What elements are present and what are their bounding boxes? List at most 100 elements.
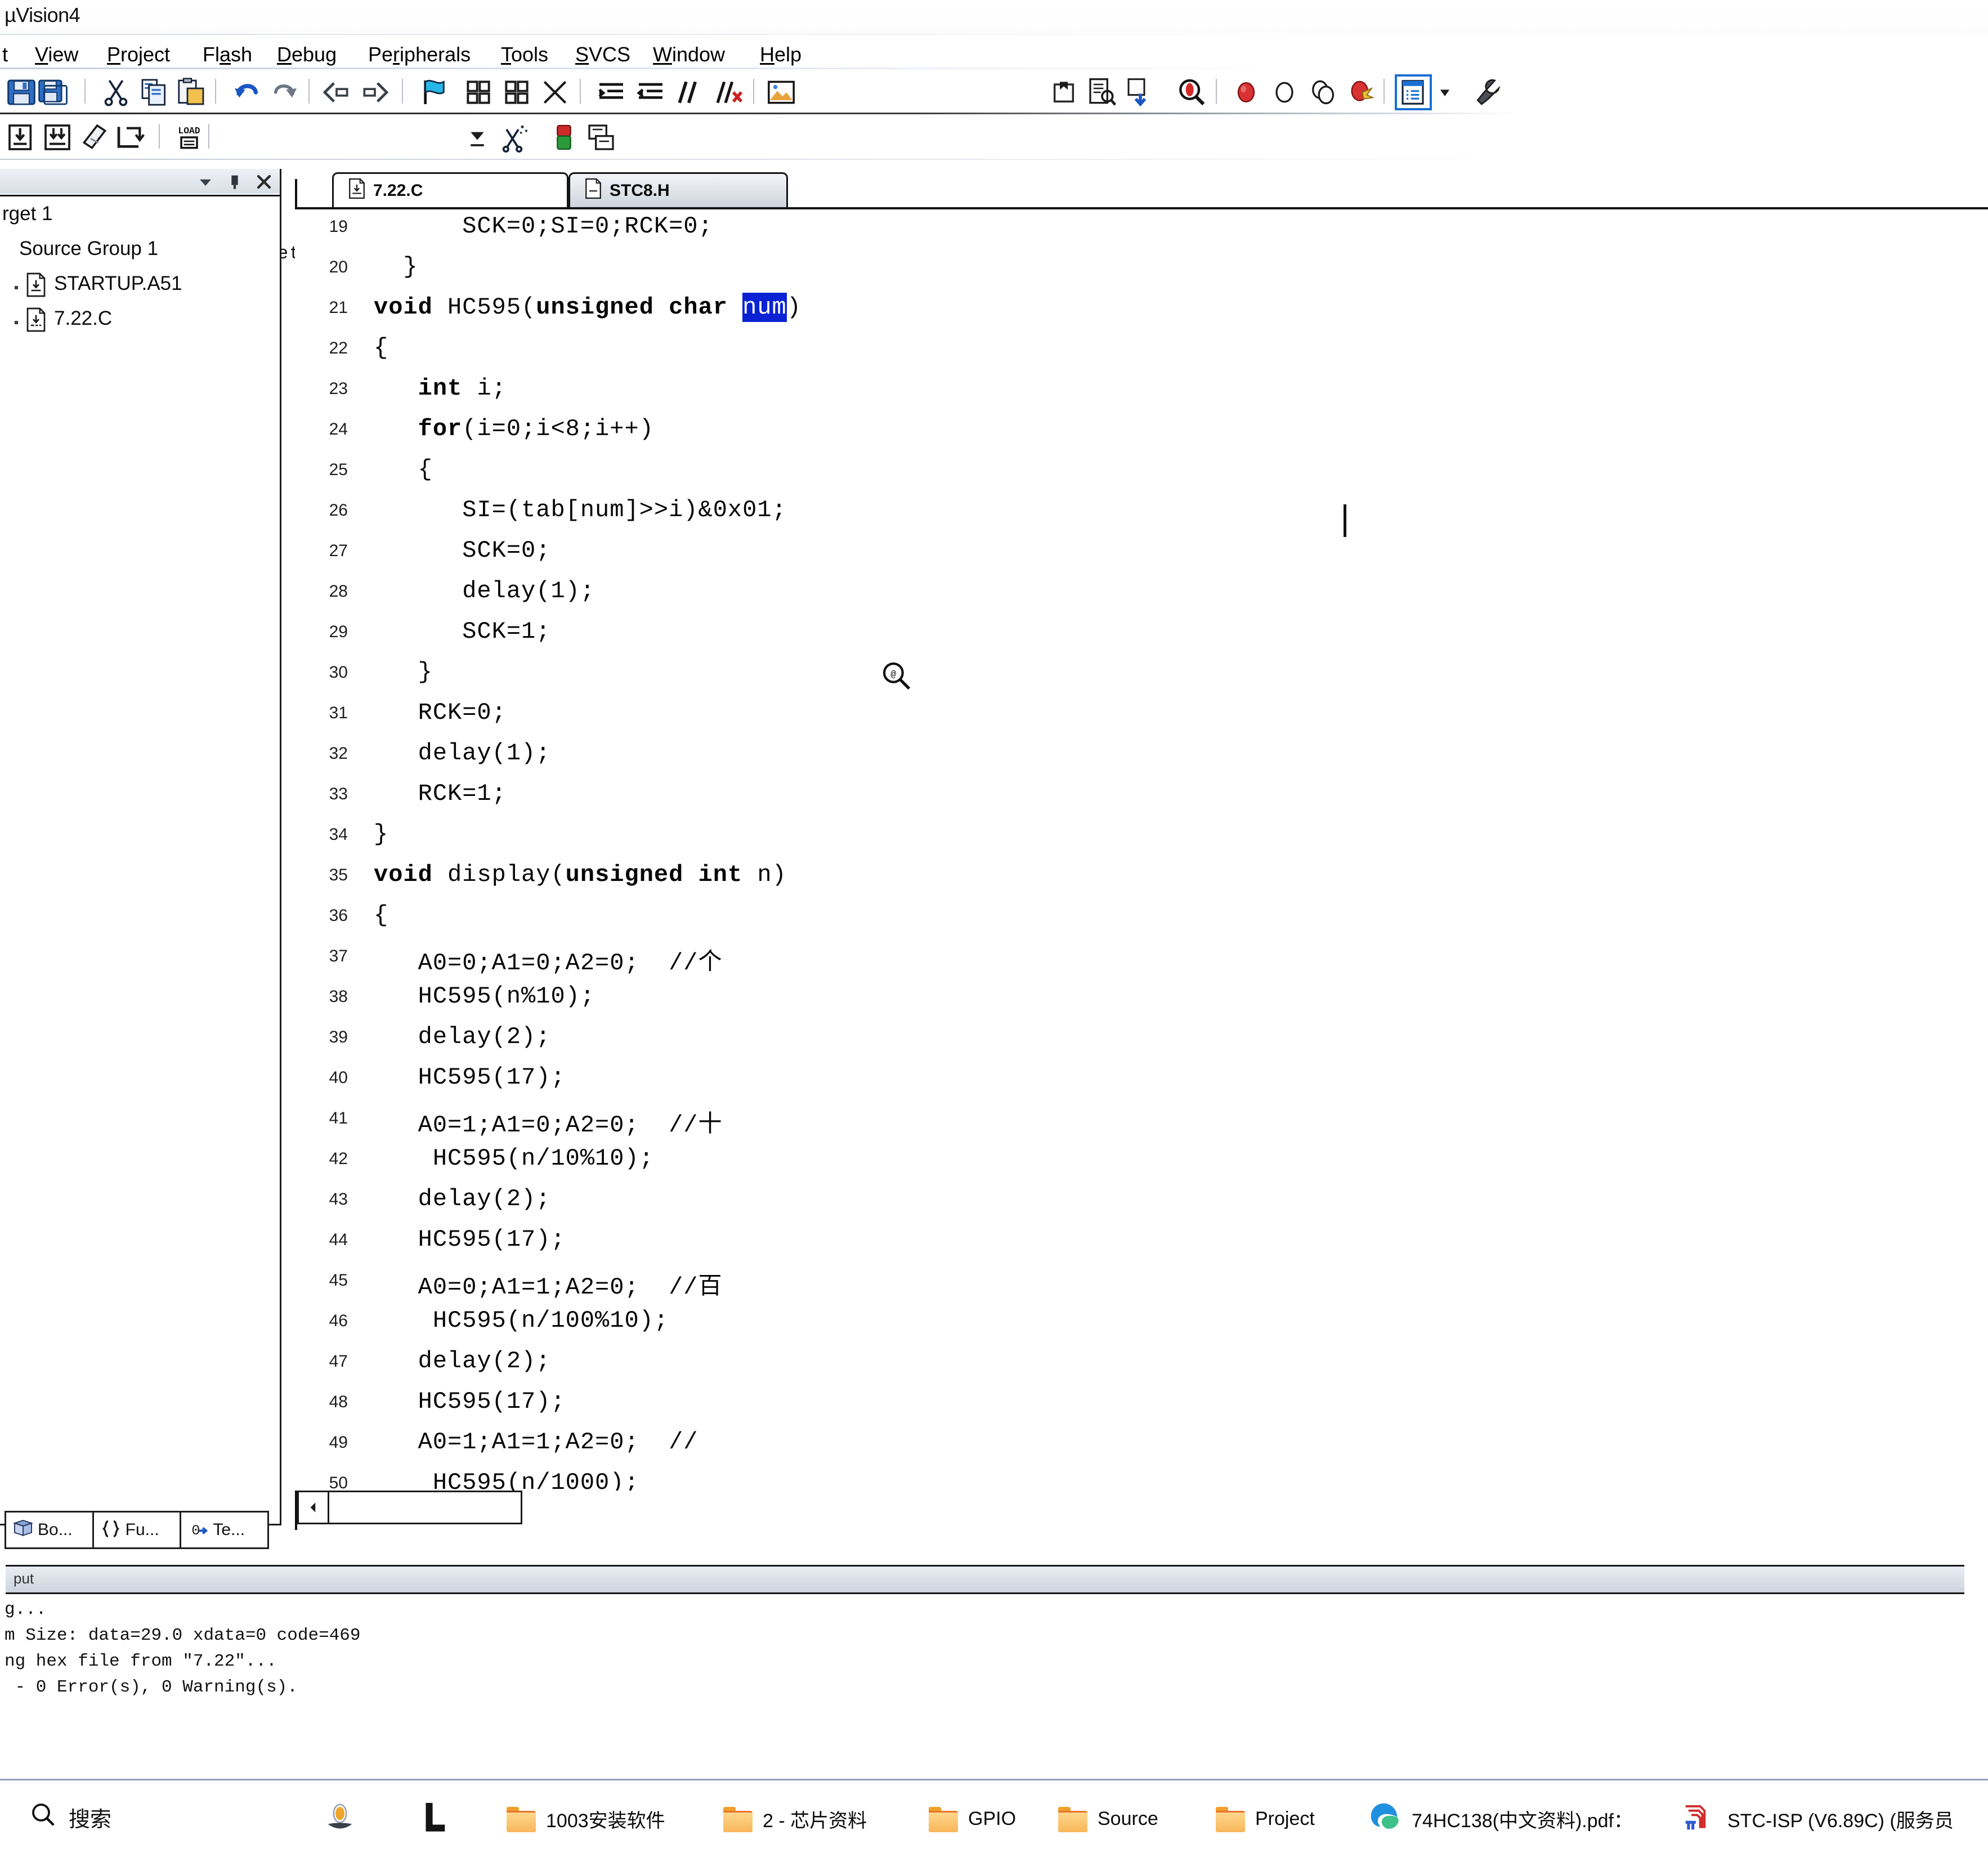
code-line[interactable]: 37 A0=0;A1=0;A2=0; //个	[295, 939, 1988, 979]
editor-tab-stc8h[interactable]: STC8.H	[568, 172, 788, 207]
code-line[interactable]: 23 int i;	[295, 372, 1988, 412]
taskbar-item-source[interactable]: Source	[1058, 1796, 1158, 1841]
toolbox-dropdown-icon[interactable]	[1435, 77, 1454, 108]
manage-components-icon[interactable]	[548, 122, 580, 153]
configure-icon[interactable]	[1472, 77, 1504, 108]
menu-item-svcs[interactable]: SVCS	[575, 43, 630, 66]
menu-item-view[interactable]: View	[35, 43, 78, 66]
taskbar-item-stc-isp[interactable]: STC-ISP (V6.89C) (服务员	[1680, 1796, 1954, 1841]
code-line[interactable]: 27 SCK=0;	[295, 534, 1988, 574]
code-line[interactable]: 39 delay(2);	[295, 1020, 1988, 1060]
bookmark-clear-icon[interactable]	[539, 77, 571, 108]
code-line[interactable]: 32 delay(1);	[295, 736, 1988, 777]
menu-item-tools[interactable]: Tools	[501, 43, 548, 66]
bookmark-next-icon[interactable]	[501, 77, 532, 108]
code-line[interactable]: 26 SI=(tab[num]>>i)&0x01;	[295, 493, 1988, 534]
code-line[interactable]: 33 RCK=1;	[295, 777, 1988, 817]
build-icon[interactable]	[6, 122, 37, 153]
find-in-files-icon[interactable]	[1086, 77, 1118, 108]
taskbar-item-project[interactable]: Project	[1216, 1796, 1315, 1841]
outdent-icon[interactable]	[635, 77, 666, 108]
taskbar-item-weather[interactable]	[321, 1796, 359, 1841]
menu-item-debug[interactable]: Debug	[277, 43, 337, 66]
bookmark-toggle-icon[interactable]	[419, 77, 450, 108]
cut-icon[interactable]	[100, 77, 132, 108]
code-line[interactable]: 19 SCK=0;SI=0;RCK=0;	[295, 209, 1988, 250]
code-line[interactable]: 38 HC595(n%10);	[295, 979, 1988, 1020]
insert-bookmark-icon[interactable]	[1048, 77, 1080, 108]
tab-books[interactable]: Bo...	[6, 1513, 94, 1547]
incremental-find-icon[interactable]	[1125, 77, 1156, 108]
bookmark-prev-icon[interactable]	[463, 77, 494, 108]
editor-horizontal-scrollbar[interactable]	[297, 1491, 522, 1524]
code-line[interactable]: 30 }	[295, 655, 1988, 696]
code-line[interactable]: 41 A0=1;A1=0;A2=0; //十	[295, 1101, 1988, 1142]
breakpoint-disable-all-icon[interactable]	[1307, 77, 1338, 108]
code-line[interactable]: 43 delay(2);	[295, 1182, 1988, 1223]
taskbar-item-1003[interactable]: 1003安装软件	[507, 1796, 665, 1841]
indent-icon[interactable]	[595, 77, 627, 108]
code-line[interactable]: 48 HC595(17);	[295, 1385, 1988, 1425]
code-line[interactable]: 50 HC595(n/1000);	[295, 1466, 1988, 1491]
chevron-down-icon[interactable]	[196, 172, 215, 191]
code-line[interactable]: 45 A0=0;A1=1;A2=0; //百	[295, 1263, 1988, 1304]
breakpoint-insert-icon[interactable]	[1230, 77, 1262, 108]
tree-item-target[interactable]: rget 1	[0, 198, 280, 233]
scroll-left-arrow-icon[interactable]	[299, 1492, 329, 1523]
rebuild-all-icon[interactable]	[42, 122, 73, 153]
code-line[interactable]: 46 HC595(n/100%10);	[295, 1304, 1988, 1344]
paste-icon[interactable]	[176, 77, 207, 108]
menu-item-edit[interactable]: t	[2, 43, 8, 66]
navigate-back-icon[interactable]	[321, 77, 352, 108]
taskbar-search[interactable]: 搜索	[29, 1801, 111, 1833]
code-line[interactable]: 40 HC595(17);	[295, 1060, 1988, 1101]
editor-tab-722c[interactable]: 7.22.C	[332, 172, 568, 207]
find-icon[interactable]	[1175, 77, 1207, 108]
code-line[interactable]: 31 RCK=0;	[295, 696, 1988, 736]
code-line[interactable]: 22 {	[295, 331, 1988, 372]
code-editor[interactable]: 19 SCK=0;SI=0;RCK=0; 20 } 21 void HC595(uns…	[295, 207, 1988, 1491]
code-line[interactable]: 49 A0=1;A1=1;A2=0; //	[295, 1425, 1988, 1466]
tree-item-startup-a51[interactable]: STARTUP.A51	[0, 268, 280, 303]
undo-icon[interactable]	[231, 77, 262, 108]
code-line[interactable]: 25 {	[295, 453, 1988, 493]
taskbar-item-gpio[interactable]: GPIO	[929, 1796, 1016, 1841]
code-line[interactable]: 44 HC595(17);	[295, 1223, 1988, 1263]
code-line[interactable]: 36 {	[295, 898, 1988, 939]
code-line[interactable]: 42 HC595(n/10%10);	[295, 1142, 1988, 1182]
code-line[interactable]: 20 }	[295, 250, 1988, 290]
taskbar-item-chip-docs[interactable]: 2 - 芯片资料	[723, 1796, 867, 1841]
code-line[interactable]: 29 SCK=1;	[295, 615, 1988, 655]
tree-item-722c[interactable]: 7.22.C	[0, 303, 280, 338]
tree-item-source-group[interactable]: Source Group 1	[0, 233, 280, 268]
taskbar-item-l-app[interactable]	[418, 1796, 450, 1841]
menu-item-help[interactable]: Help	[760, 43, 802, 66]
menu-item-window[interactable]: Window	[653, 43, 725, 66]
project-window-icon[interactable]	[1395, 74, 1432, 110]
download-load-icon[interactable]: LOAD	[173, 122, 205, 153]
uncomment-icon[interactable]	[714, 77, 745, 108]
batch-build-icon[interactable]	[79, 122, 110, 153]
code-line[interactable]: 21 void HC595(unsigned char num)	[295, 290, 1988, 331]
code-line[interactable]: 35 void display(unsigned int n)	[295, 858, 1988, 898]
tab-functions[interactable]: Fu...	[94, 1513, 182, 1547]
comment-icon[interactable]	[674, 77, 706, 108]
menu-item-flash[interactable]: Flash	[203, 43, 252, 66]
stop-build-icon[interactable]	[115, 122, 146, 153]
redo-icon[interactable]	[269, 77, 301, 108]
navigate-forward-icon[interactable]	[359, 77, 391, 108]
image-view-icon[interactable]	[765, 77, 797, 108]
target-dropdown-icon[interactable]	[462, 122, 493, 153]
code-line[interactable]: 24 for(i=0;i<8;i++)	[295, 412, 1988, 453]
close-icon[interactable]	[254, 172, 274, 191]
save-icon[interactable]	[6, 77, 37, 108]
taskbar-item-edge-pdf[interactable]: 74HC138(中文资料).pdf：	[1367, 1796, 1633, 1841]
copy-icon[interactable]	[138, 77, 170, 108]
menu-item-project[interactable]: Project	[107, 43, 170, 66]
target-options-icon[interactable]	[499, 122, 530, 153]
save-all-icon[interactable]	[37, 77, 69, 108]
code-line[interactable]: 47 delay(2);	[295, 1344, 1988, 1385]
menu-item-peripherals[interactable]: Peripherals	[368, 43, 471, 66]
tab-templates[interactable]: 0 Te...	[181, 1513, 267, 1547]
breakpoint-kill-all-icon[interactable]	[1345, 77, 1377, 108]
